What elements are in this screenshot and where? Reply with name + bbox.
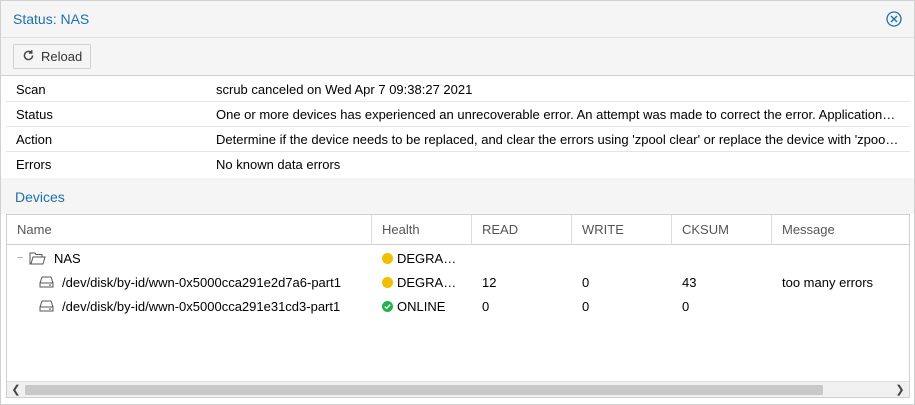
devices-header: Devices [1, 178, 914, 214]
disk-icon [39, 300, 54, 312]
health-label: ONLINE [397, 298, 446, 314]
column-header-write[interactable]: WRITE [572, 215, 672, 245]
status-row-action: Action Determine if the device needs to … [6, 127, 910, 152]
status-value: No known data errors [216, 157, 341, 172]
status-key: Scan [16, 81, 46, 97]
scroll-left-icon[interactable]: ❮ [9, 383, 23, 397]
status-row-errors: Errors No known data errors [6, 152, 910, 177]
check-icon [382, 300, 393, 312]
read-cell: 0 [482, 298, 490, 314]
device-name: /dev/disk/by-id/wwn-0x5000cca291e31cd3-p… [62, 298, 341, 314]
scrollbar-thumb[interactable] [25, 385, 823, 395]
reload-label: Reload [41, 49, 83, 64]
status-value: Determine if the device needs to be repl… [216, 131, 902, 147]
health-cell: ONLINE [372, 299, 472, 314]
toolbar: Reload [1, 38, 914, 76]
window-header: Status: NAS [1, 1, 914, 38]
close-icon[interactable] [886, 11, 902, 27]
grid-body: − NAS DEGRA… /dev/disk/by-id/wwn-0x5000c… [7, 246, 909, 318]
column-header-message[interactable]: Message [772, 215, 909, 245]
cksum-cell: 43 [682, 274, 697, 290]
table-row[interactable]: − NAS DEGRA… [7, 246, 909, 270]
health-cell: DEGRA… [372, 275, 472, 290]
warning-icon [382, 252, 393, 264]
device-name: NAS [54, 250, 81, 266]
health-label: DEGRA… [397, 274, 457, 290]
status-table: Scan scrub canceled on Wed Apr 7 09:38:2… [6, 77, 910, 177]
write-cell: 0 [582, 274, 590, 290]
device-name-cell: /dev/disk/by-id/wwn-0x5000cca291e2d7a6-p… [7, 275, 372, 290]
devices-title: Devices [15, 189, 65, 205]
refresh-icon [22, 49, 35, 65]
device-name-cell: /dev/disk/by-id/wwn-0x5000cca291e31cd3-p… [7, 299, 372, 314]
write-cell: 0 [582, 298, 590, 314]
health-label: DEGRA… [397, 250, 457, 266]
health-cell: DEGRA… [372, 251, 472, 266]
folder-icon [29, 252, 46, 265]
collapse-toggle-icon[interactable]: − [17, 252, 29, 264]
scroll-right-icon[interactable]: ❯ [893, 383, 907, 397]
cksum-cell: 0 [682, 298, 690, 314]
status-value: scrub canceled on Wed Apr 7 09:38:27 202… [216, 81, 473, 97]
warning-icon [382, 276, 393, 288]
status-value: One or more devices has experienced an u… [216, 106, 896, 122]
status-key: Status [16, 106, 53, 122]
column-header-name[interactable]: Name [7, 215, 372, 245]
device-name: /dev/disk/by-id/wwn-0x5000cca291e2d7a6-p… [62, 274, 341, 290]
message-cell: too many errors [782, 274, 874, 290]
disk-icon [39, 276, 54, 288]
column-header-cksum[interactable]: CKSUM [672, 215, 772, 245]
horizontal-scrollbar[interactable]: ❮ ❯ [7, 381, 909, 397]
status-key: Errors [16, 157, 52, 172]
window-title: Status: NAS [13, 11, 90, 27]
column-header-health[interactable]: Health [372, 215, 472, 245]
column-header-read[interactable]: READ [472, 215, 572, 245]
status-window: Status: NAS Reload Scan scrub canceled o… [0, 0, 915, 405]
status-row-status: Status One or more devices has experienc… [6, 102, 910, 127]
table-row[interactable]: /dev/disk/by-id/wwn-0x5000cca291e31cd3-p… [7, 294, 909, 318]
table-row[interactable]: /dev/disk/by-id/wwn-0x5000cca291e2d7a6-p… [7, 270, 909, 294]
device-name-cell: − NAS [7, 251, 372, 266]
status-row-scan: Scan scrub canceled on Wed Apr 7 09:38:2… [6, 77, 910, 102]
grid-header: Name Health READ WRITE CKSUM Message [7, 215, 909, 245]
reload-button[interactable]: Reload [13, 44, 92, 69]
read-cell: 12 [482, 274, 497, 290]
status-key: Action [16, 131, 53, 147]
devices-grid: Name Health READ WRITE CKSUM Message − N… [6, 214, 910, 398]
